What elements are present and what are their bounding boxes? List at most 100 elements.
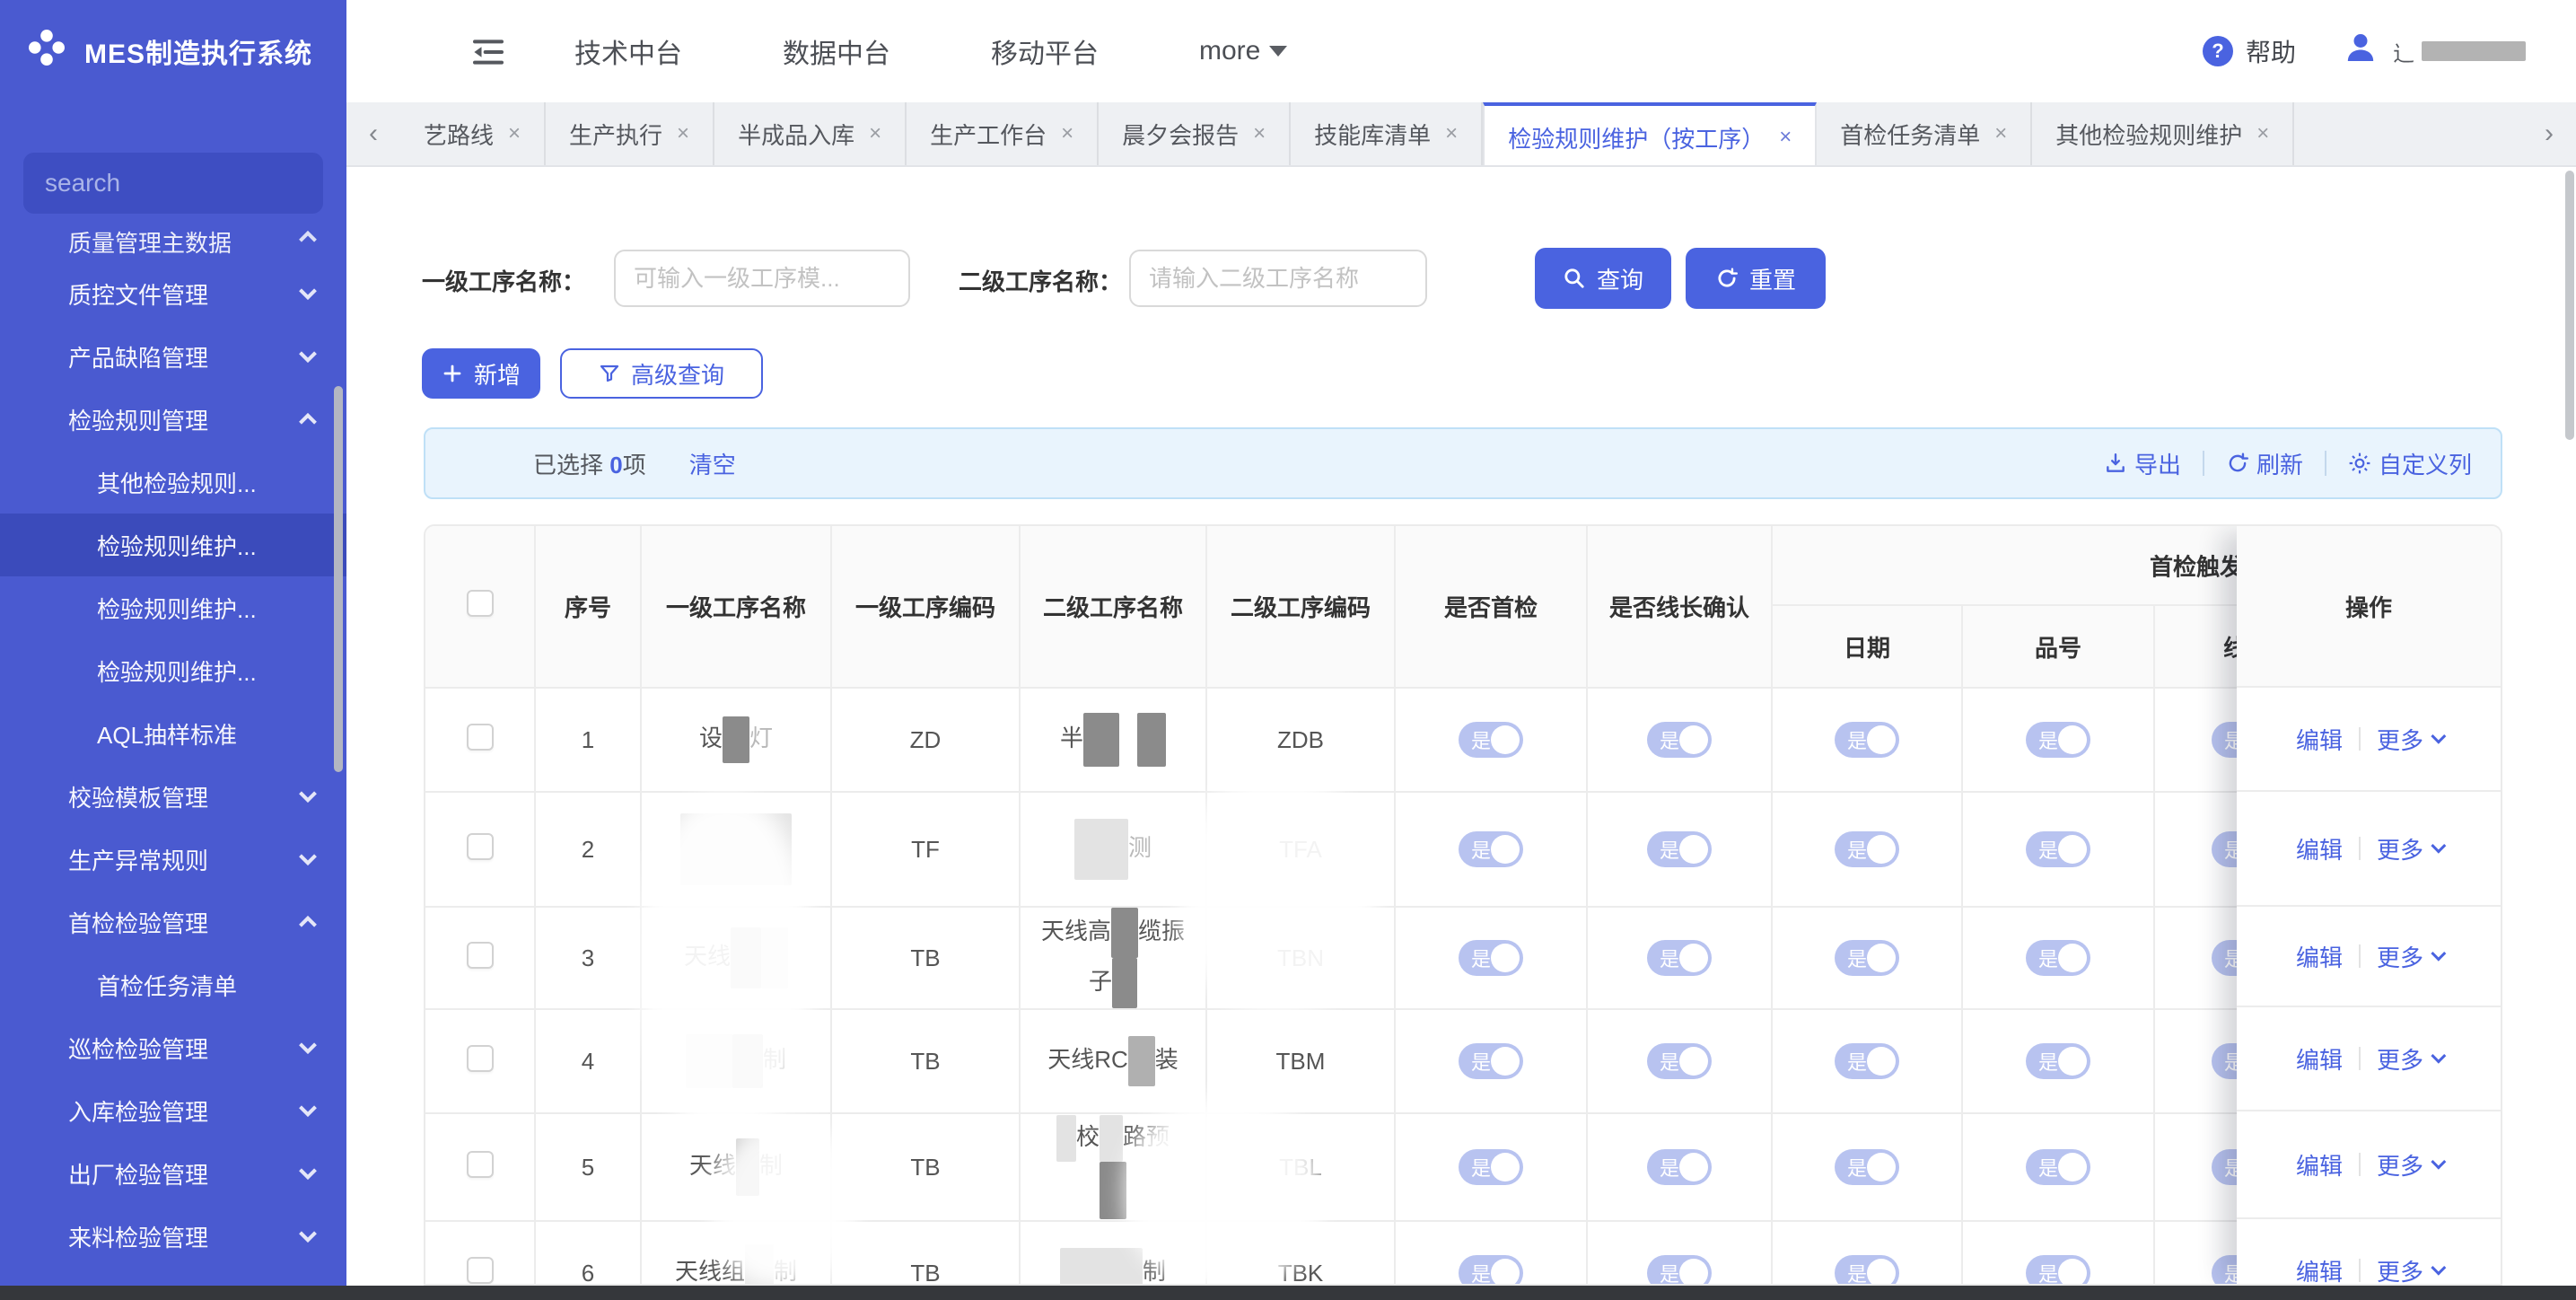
toggle-date[interactable]: 是 [1835, 940, 1899, 976]
nav-mobile-platform[interactable]: 移动平台 [991, 31, 1099, 71]
sidebar-item-production-abnormal-rules[interactable]: 生产异常规则 [0, 828, 346, 891]
tab-morning-report[interactable]: 晨夕会报告× [1099, 102, 1291, 165]
export-button[interactable]: 导出 [2104, 447, 2181, 480]
toggle-date[interactable]: 是 [1835, 1043, 1899, 1079]
toggle-date[interactable]: 是 [1835, 722, 1899, 758]
tab-inspection-rule-by-process[interactable]: 检验规则维护（按工序）× [1483, 102, 1817, 165]
edit-link[interactable]: 编辑 [2296, 1042, 2343, 1076]
close-icon[interactable]: × [508, 121, 521, 146]
clear-selection-link[interactable]: 清空 [689, 447, 736, 480]
toggle-confirm[interactable]: 是 [1647, 940, 1712, 976]
more-link[interactable]: 更多 [2377, 832, 2441, 865]
sidebar-item-inspection-rule-maintain-2[interactable]: 检验规则维护... [0, 576, 346, 639]
page-scrollbar-thumb[interactable] [2565, 171, 2574, 440]
row-checkbox[interactable] [467, 942, 494, 969]
refresh-button[interactable]: 刷新 [2226, 447, 2303, 480]
sidebar-item-inspection-rules[interactable]: 检验规则管理 [0, 388, 346, 451]
sidebar-item-product-defects[interactable]: 产品缺陷管理 [0, 325, 346, 388]
toggle-is-first[interactable]: 是 [1459, 940, 1523, 976]
more-link[interactable]: 更多 [2377, 723, 2441, 756]
sidebar-item-other-inspection-rules[interactable]: 其他检验规则... [0, 451, 346, 514]
tab-skill-list[interactable]: 技能库清单× [1291, 102, 1483, 165]
close-icon[interactable]: × [1445, 121, 1458, 146]
close-icon[interactable]: × [1994, 121, 2007, 146]
close-icon[interactable]: × [1061, 121, 1073, 146]
toggle-pn[interactable]: 是 [2026, 940, 2090, 976]
sidebar-item-first-inspection-mgmt[interactable]: 首检检验管理 [0, 891, 346, 953]
close-icon[interactable]: × [677, 121, 689, 146]
sidebar-item-inspection-rule-maintain-active[interactable]: 检验规则维护... [0, 514, 346, 576]
row-checkbox[interactable] [467, 1257, 494, 1284]
edit-link[interactable]: 编辑 [2296, 940, 2343, 973]
more-link[interactable]: 更多 [2377, 1148, 2441, 1181]
toggle-confirm[interactable]: 是 [1647, 1043, 1712, 1079]
sidebar-item-first-inspection-tasks[interactable]: 首检任务清单 [0, 953, 346, 1016]
menu-fold-icon[interactable] [470, 34, 506, 70]
query-button[interactable]: 查询 [1535, 248, 1671, 309]
l1-process-name-input[interactable] [614, 250, 910, 307]
add-button[interactable]: 新增 [422, 348, 540, 399]
toggle-pn[interactable]: 是 [2026, 722, 2090, 758]
toggle-date[interactable]: 是 [1835, 1255, 1899, 1286]
sidebar-item-quality-master-data[interactable]: 质量管理主数据 [0, 228, 346, 262]
tab-semi-finished-inbound[interactable]: 半成品入库× [714, 102, 907, 165]
sidebar-scrollbar-thumb[interactable] [334, 386, 343, 772]
sidebar-item-inbound-inspection[interactable]: 入库检验管理 [0, 1079, 346, 1142]
more-link[interactable]: 更多 [2377, 1042, 2441, 1076]
toggle-pn[interactable]: 是 [2026, 831, 2090, 867]
sidebar-item-incoming-inspection[interactable]: 来料检验管理 [0, 1205, 346, 1268]
tab-process-route[interactable]: 艺路线× [400, 102, 546, 165]
select-all-checkbox[interactable] [467, 590, 494, 617]
edit-link[interactable]: 编辑 [2296, 1148, 2343, 1181]
advanced-query-button[interactable]: 高级查询 [560, 348, 763, 399]
tab-other-inspection-rules[interactable]: 其他检验规则维护× [2032, 102, 2294, 165]
sidebar-item-inspection-rule-maintain-3[interactable]: 检验规则维护... [0, 639, 346, 702]
toggle-date[interactable]: 是 [1835, 831, 1899, 867]
reset-button[interactable]: 重置 [1686, 248, 1826, 309]
sidebar-item-aql-standard[interactable]: AQL抽样标准 [0, 702, 346, 765]
tabs-scroll-right[interactable]: › [2522, 102, 2576, 165]
more-link[interactable]: 更多 [2377, 1254, 2441, 1287]
sidebar-item-abnormal-handling[interactable]: 异常处置管理 [0, 1268, 346, 1286]
toggle-pn[interactable]: 是 [2026, 1149, 2090, 1185]
user-menu[interactable]: 辶 [2343, 30, 2526, 73]
toggle-confirm[interactable]: 是 [1647, 1255, 1712, 1286]
more-link[interactable]: 更多 [2377, 940, 2441, 973]
sidebar-item-qc-files[interactable]: 质控文件管理 [0, 262, 346, 325]
row-checkbox[interactable] [467, 833, 494, 860]
sidebar-item-patrol-inspection[interactable]: 巡检检验管理 [0, 1016, 346, 1079]
tab-first-inspection-tasks[interactable]: 首检任务清单× [1817, 102, 2032, 165]
close-icon[interactable]: × [869, 121, 881, 146]
tab-production-workbench[interactable]: 生产工作台× [907, 102, 1099, 165]
row-checkbox[interactable] [467, 724, 494, 751]
toggle-pn[interactable]: 是 [2026, 1255, 2090, 1286]
sidebar-search-input[interactable]: search [23, 153, 323, 214]
nav-more[interactable]: more [1199, 36, 1287, 66]
toggle-date[interactable]: 是 [1835, 1149, 1899, 1185]
sidebar-item-verify-templates[interactable]: 校验模板管理 [0, 765, 346, 828]
toggle-confirm[interactable]: 是 [1647, 831, 1712, 867]
toggle-is-first[interactable]: 是 [1459, 722, 1523, 758]
close-icon[interactable]: × [2256, 121, 2269, 146]
edit-link[interactable]: 编辑 [2296, 1254, 2343, 1287]
toggle-is-first[interactable]: 是 [1459, 831, 1523, 867]
toggle-pn[interactable]: 是 [2026, 1043, 2090, 1079]
edit-link[interactable]: 编辑 [2296, 723, 2343, 756]
nav-tech-platform[interactable]: 技术中台 [574, 31, 682, 71]
help-button[interactable]: ? 帮助 [2203, 33, 2296, 69]
close-icon[interactable]: × [1253, 121, 1266, 146]
toggle-is-first[interactable]: 是 [1459, 1149, 1523, 1185]
edit-link[interactable]: 编辑 [2296, 832, 2343, 865]
toggle-confirm[interactable]: 是 [1647, 722, 1712, 758]
l2-process-name-input[interactable] [1129, 250, 1427, 307]
row-checkbox[interactable] [467, 1045, 494, 1072]
toggle-is-first[interactable]: 是 [1459, 1043, 1523, 1079]
tab-production-exec[interactable]: 生产执行× [546, 102, 714, 165]
toggle-is-first[interactable]: 是 [1459, 1255, 1523, 1286]
sidebar-item-outbound-inspection[interactable]: 出厂检验管理 [0, 1142, 346, 1205]
row-checkbox[interactable] [467, 1151, 494, 1178]
tabs-scroll-left[interactable]: ‹ [346, 102, 400, 165]
close-icon[interactable]: × [1779, 125, 1792, 150]
nav-data-platform[interactable]: 数据中台 [783, 31, 890, 71]
customize-columns-button[interactable]: 自定义列 [2348, 447, 2472, 480]
